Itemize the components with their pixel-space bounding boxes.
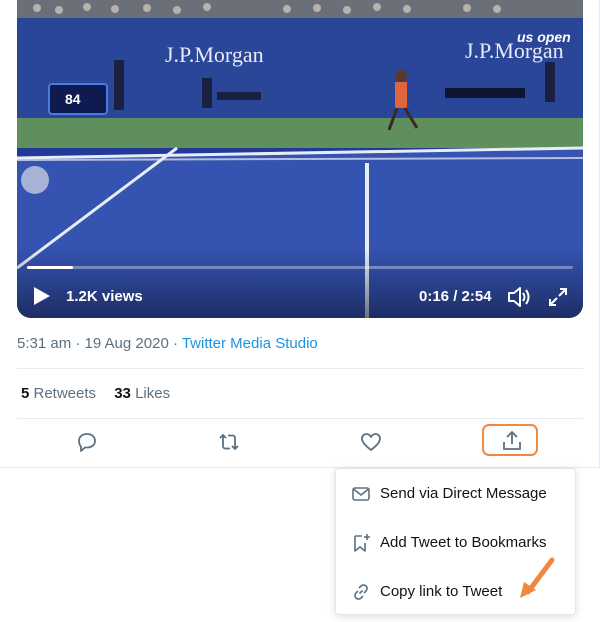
envelope-icon xyxy=(351,484,371,504)
video-player[interactable]: 84 J.P.Morgan J.P.Morgan us open 1.2K vi… xyxy=(17,0,583,318)
link-icon xyxy=(351,582,371,602)
tweet-timestamp[interactable]: 5:31 am · 19 Aug 2020 · xyxy=(17,335,182,352)
tweet-stats: 5 Retweets 33 Likes xyxy=(21,385,184,402)
bookmark-add-icon xyxy=(351,533,371,553)
tweet-meta: 5:31 am · 19 Aug 2020 · Twitter Media St… xyxy=(17,335,318,352)
menu-item-label: Copy link to Tweet xyxy=(380,583,503,600)
retweet-icon[interactable] xyxy=(217,430,241,454)
likes-stat[interactable]: 33 Likes xyxy=(114,385,170,402)
retweets-stat[interactable]: 5 Retweets xyxy=(21,385,96,402)
like-icon[interactable] xyxy=(359,430,383,454)
video-controls-overlay xyxy=(17,248,583,318)
video-progress-bar[interactable] xyxy=(27,266,573,269)
annotation-arrow xyxy=(518,556,558,600)
fullscreen-icon[interactable] xyxy=(548,287,568,307)
banner-sponsor-left: J.P.Morgan xyxy=(165,42,264,67)
tournament-logo: us open xyxy=(517,29,571,45)
divider xyxy=(17,368,583,369)
menu-item-send-dm[interactable]: Send via Direct Message xyxy=(336,472,575,516)
play-icon[interactable] xyxy=(33,286,51,306)
video-progress-fill xyxy=(27,266,73,269)
video-view-count: 1.2K views xyxy=(66,288,143,305)
scoreboard-speed: 84 xyxy=(65,91,81,107)
likes-label: Likes xyxy=(130,385,171,402)
share-icon[interactable] xyxy=(500,429,524,453)
retweets-label: Retweets xyxy=(29,385,97,402)
likes-count: 33 xyxy=(114,385,131,402)
menu-item-label: Add Tweet to Bookmarks xyxy=(380,534,547,551)
reply-icon[interactable] xyxy=(75,430,99,454)
volume-icon[interactable] xyxy=(507,286,531,308)
tweet-source-link[interactable]: Twitter Media Studio xyxy=(182,335,318,352)
divider xyxy=(17,418,583,419)
tweet-card: 84 J.P.Morgan J.P.Morgan us open 1.2K vi… xyxy=(0,0,600,468)
video-timestamp: 0:16 / 2:54 xyxy=(419,288,492,305)
menu-item-label: Send via Direct Message xyxy=(380,485,547,502)
